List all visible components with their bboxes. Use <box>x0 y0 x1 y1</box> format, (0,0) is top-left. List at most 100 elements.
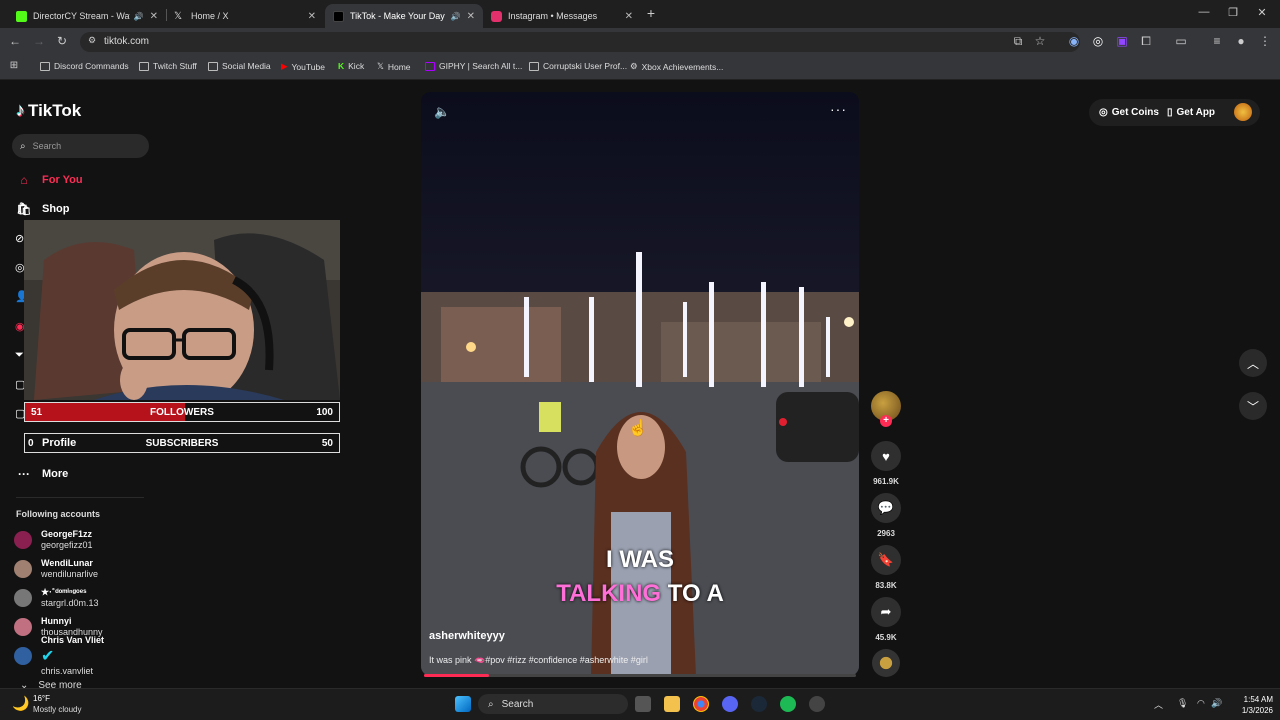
task-view-icon[interactable] <box>635 696 651 712</box>
bookmark-x-home[interactable]: 𝕏 Home <box>377 61 411 72</box>
bookmark-discord-commands[interactable]: Discord Commands <box>40 61 129 71</box>
like-count: 961.9K <box>873 477 899 486</box>
tab-instagram[interactable]: Instagram • Messages ✕ <box>483 4 641 28</box>
share-button[interactable]: ➦ <box>871 597 901 627</box>
account-handle: chris.vanvliet <box>41 666 94 676</box>
close-tab-icon[interactable]: ✕ <box>467 11 475 22</box>
minimize-icon[interactable]: — <box>1197 6 1211 18</box>
get-coins-button[interactable]: ◎ Get Coins <box>1099 101 1159 123</box>
site-info-icon[interactable]: ⚙ <box>84 35 100 46</box>
speaker-icon[interactable]: 🔊 <box>1211 698 1222 709</box>
next-video-button[interactable]: ﹀ <box>1239 392 1267 420</box>
account-name: WendiLunar <box>41 558 93 568</box>
address-bar[interactable] <box>80 32 1080 52</box>
tab-search-icon[interactable]: ≡ <box>1209 34 1225 48</box>
windows-start-icon[interactable] <box>455 696 471 712</box>
home-icon: ⌂ <box>20 173 28 187</box>
following-account-item[interactable]: GeorgeF1zz georgefizz01 <box>14 527 93 553</box>
tiktok-favicon-icon <box>333 10 344 22</box>
twitch-extension-icon[interactable]: ▣ <box>1114 34 1130 48</box>
instagram-favicon-icon <box>491 10 502 22</box>
x-icon: 𝕏 <box>377 61 384 71</box>
following-account-item[interactable]: Chris Van Vliet ✔ chris.vanvliet <box>14 635 104 676</box>
taskbar-clock[interactable]: 1:54 AM 1/3/2026 <box>1223 694 1273 716</box>
comment-button[interactable]: 💬 <box>871 493 901 523</box>
forward-icon[interactable]: → <box>31 34 47 48</box>
search-input[interactable]: ⌕ Search <box>12 134 149 158</box>
bookmark-corruptski[interactable]: Corruptski User Prof... <box>529 61 627 71</box>
account-name: Chris Van Vliet <box>41 635 105 645</box>
close-window-icon[interactable]: ✕ <box>1255 6 1269 19</box>
save-count: 83.8K <box>875 581 897 590</box>
browser-menu-icon[interactable]: ⋮ <box>1257 34 1273 48</box>
close-tab-icon[interactable]: ✕ <box>625 11 633 22</box>
tiktok-note-icon: ♪ <box>16 100 25 120</box>
account-name: Hunnyi <box>41 616 72 626</box>
weather-icon[interactable]: 🌙 <box>12 695 29 712</box>
file-explorer-icon[interactable] <box>664 696 680 712</box>
tab-tiktok[interactable]: TikTok - Make Your Day 🔊 ✕ <box>325 4 483 28</box>
tiktok-logo[interactable]: ♪ TikTok <box>16 100 81 121</box>
following-account-item[interactable]: WendiLunar wendilunarlive <box>14 556 98 582</box>
speaker-icon[interactable]: 🔊 <box>451 12 461 21</box>
bookmark-kick[interactable]: K Kick <box>338 61 364 71</box>
bookmark-youtube[interactable]: ▶ YouTube <box>281 61 325 72</box>
close-tab-icon[interactable]: ✕ <box>308 11 316 22</box>
weather-condition[interactable]: Mostly cloudy <box>33 705 81 714</box>
chrome-icon[interactable] <box>693 696 709 712</box>
nav-for-you[interactable]: ⌂ For You <box>16 173 82 187</box>
chevron-down-icon: ﹀ <box>1246 399 1259 414</box>
wifi-icon[interactable]: ◠ <box>1197 698 1205 709</box>
steam-icon[interactable] <box>751 696 767 712</box>
like-button[interactable]: ♥ <box>871 441 901 471</box>
url-text[interactable]: tiktok.com <box>104 36 149 47</box>
user-avatar[interactable] <box>1234 103 1252 121</box>
video-description[interactable]: It was pink 🫦#pov #rizz #confidence #ash… <box>429 655 648 666</box>
search-icon: ⌕ <box>20 140 26 152</box>
bookmark-twitch-stuff[interactable]: Twitch Stuff <box>139 61 197 71</box>
apps-grid-icon[interactable]: ⊞ <box>6 60 22 71</box>
speaker-icon[interactable]: 🔊 <box>134 12 144 21</box>
search-icon: ⌕ <box>488 698 494 710</box>
profile-icon[interactable]: ● <box>1233 34 1249 48</box>
volume-icon[interactable]: 🔈 <box>434 104 450 120</box>
follow-plus-icon[interactable]: + <box>880 415 892 427</box>
back-icon[interactable]: ← <box>7 34 23 48</box>
save-button[interactable]: 🔖 <box>871 545 901 575</box>
heart-icon: ♥ <box>882 448 890 464</box>
music-disc-icon[interactable] <box>872 649 900 677</box>
previous-video-button[interactable]: ︿ <box>1239 349 1267 377</box>
tray-overflow-icon[interactable]: ︿ <box>1154 698 1163 711</box>
tab-kick-stream[interactable]: DirectorCY Stream - Watch 🔊 ✕ <box>8 4 166 28</box>
bookmark-giphy[interactable]: GIPHY | Search All t... <box>425 61 522 71</box>
discord-icon[interactable] <box>722 696 738 712</box>
spotify-icon[interactable] <box>780 696 796 712</box>
tab-x-home[interactable]: 𝕏 Home / X ✕ <box>166 4 324 28</box>
restore-icon[interactable]: ❐ <box>1226 6 1240 19</box>
bookmark-xbox-achievements[interactable]: ⚙ Xbox Achievements... <box>630 61 723 72</box>
account-handle: stargrl.d0m.13 <box>41 598 99 608</box>
bookmark-social-media[interactable]: Social Media <box>208 61 271 71</box>
nav-profile[interactable]: Profile <box>16 437 76 449</box>
video-author[interactable]: asherwhiteyyy <box>429 630 505 642</box>
side-panel-icon[interactable]: ▭ <box>1173 34 1189 48</box>
taskbar-search[interactable]: ⌕ Search <box>478 694 628 714</box>
reload-icon[interactable]: ↻ <box>54 34 70 48</box>
nav-shop[interactable]: 🛍 Shop <box>16 202 69 216</box>
extensions-puzzle-icon[interactable]: ⧠ <box>1138 34 1154 49</box>
weather-temperature[interactable]: 16°F <box>33 694 50 703</box>
install-icon[interactable]: ⧉ <box>1010 34 1026 49</box>
get-app-button[interactable]: ▯ Get App <box>1167 101 1215 123</box>
obs-icon[interactable] <box>809 696 825 712</box>
extension-icon[interactable]: ◎ <box>1090 34 1106 48</box>
bookmark-star-icon[interactable]: ☆ <box>1032 34 1048 48</box>
more-options-icon[interactable]: ··· <box>830 101 847 117</box>
streamer-webcam-image <box>24 220 340 400</box>
video-progress-bar[interactable] <box>424 674 856 677</box>
extension-icon[interactable]: ◉ <box>1066 34 1082 48</box>
nav-more[interactable]: ··· More <box>16 467 68 481</box>
following-account-item[interactable]: ★·˚ᵈᵒᵐⁱⁿᵍᵒᵉˢ stargrl.d0m.13 <box>14 585 99 611</box>
new-tab-button[interactable]: + <box>644 5 658 21</box>
close-tab-icon[interactable]: ✕ <box>150 11 158 22</box>
microphone-icon[interactable]: 🎙 <box>1177 698 1188 709</box>
